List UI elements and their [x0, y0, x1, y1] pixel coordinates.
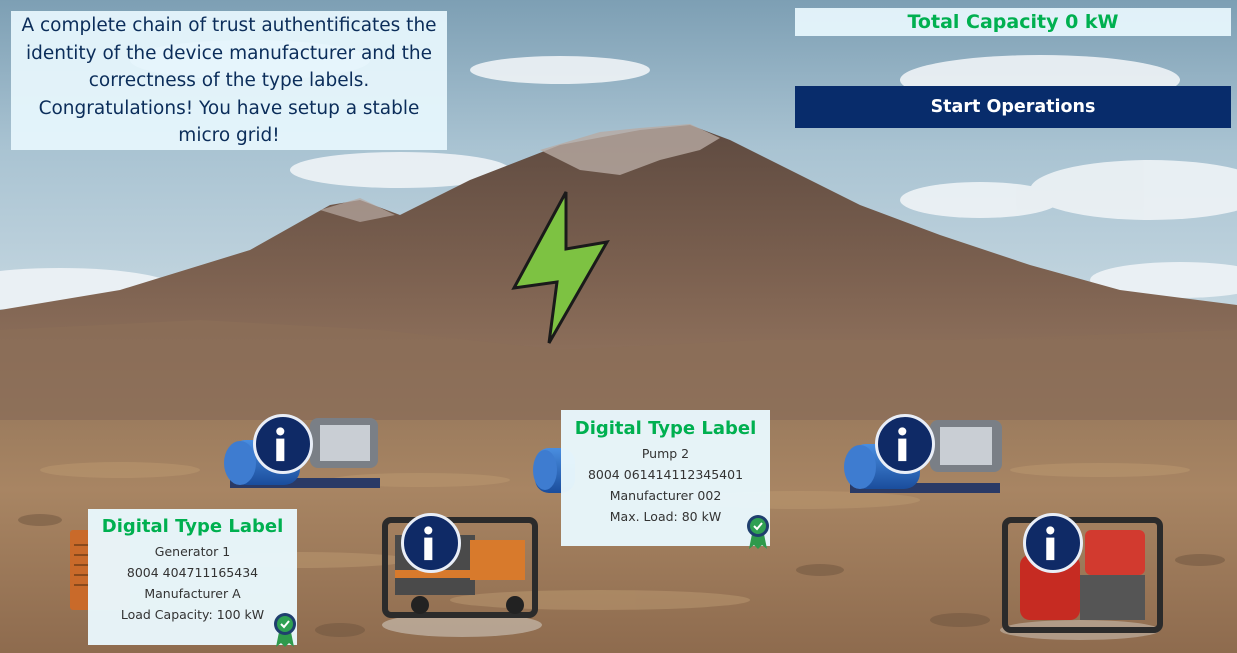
verified-seal-icon — [745, 514, 771, 550]
info-icon — [898, 427, 907, 462]
info-button-generator-2[interactable] — [401, 513, 461, 573]
device-spec: Max. Load: 80 kW — [609, 509, 722, 524]
info-icon — [1046, 526, 1055, 561]
info-icon — [424, 526, 433, 561]
message-line: Congratulations! You have setup a stable — [38, 97, 420, 119]
total-capacity-display: Total Capacity 0 kW — [795, 8, 1231, 36]
type-label-card-generator-1[interactable]: Digital Type Label Generator 1 8004 4047… — [88, 509, 297, 645]
device-spec: Load Capacity: 100 kW — [120, 607, 265, 622]
type-label-title: Digital Type Label — [574, 418, 757, 439]
message-line: identity of the device manufacturer and … — [26, 42, 432, 64]
device-name: Generator 1 — [154, 544, 231, 559]
device-manufacturer: Manufacturer 002 — [609, 488, 722, 503]
message-line: correctness of the type labels. — [88, 70, 370, 91]
device-name: Pump 2 — [641, 446, 690, 461]
device-id: 8004 061414112345401 — [587, 467, 744, 482]
verified-seal-icon — [272, 612, 298, 648]
message-line: A complete chain of trust authentificate… — [21, 15, 437, 36]
device-id: 8004 404711165434 — [126, 565, 259, 580]
info-button-pump-3[interactable] — [875, 414, 935, 474]
type-label-title: Digital Type Label — [101, 516, 284, 537]
info-button-generator-3[interactable] — [1023, 513, 1083, 573]
success-message-panel: A complete chain of trust authentificate… — [11, 11, 447, 150]
start-operations-button[interactable]: Start Operations — [795, 86, 1231, 128]
message-line: micro grid! — [178, 125, 280, 146]
device-manufacturer: Manufacturer A — [144, 586, 241, 601]
type-label-card-pump-2[interactable]: Digital Type Label Pump 2 8004 061414112… — [561, 410, 770, 546]
info-button-pump-1[interactable] — [253, 414, 313, 474]
info-icon — [276, 427, 285, 462]
